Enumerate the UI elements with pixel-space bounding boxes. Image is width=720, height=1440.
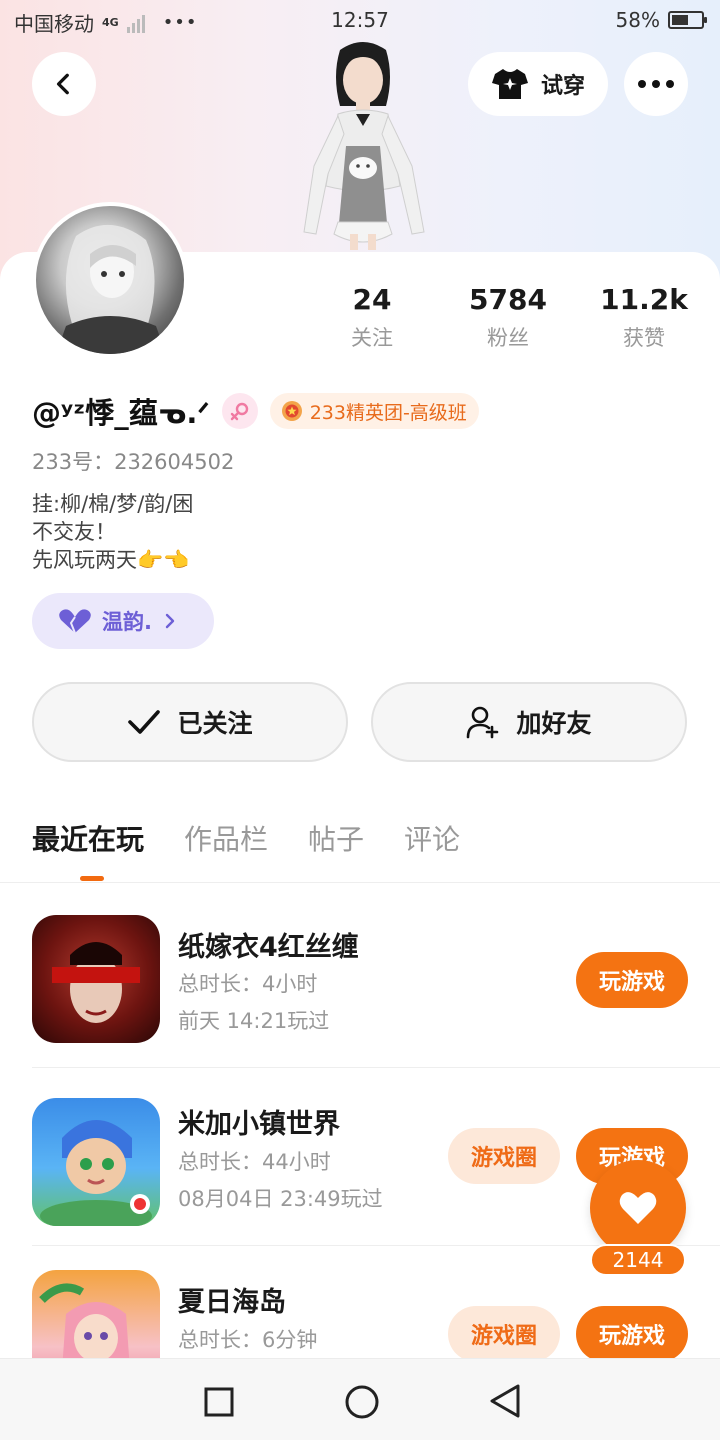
elite-badge[interactable]: 233精英团-高级班 [269,393,479,429]
game-duration: 总时长：4小时 [178,972,318,996]
recents-square-icon[interactable] [204,1387,234,1417]
more-dots-icon [638,80,674,88]
stat-likes[interactable]: 11.2k 获赞 [584,282,704,352]
stat-followers-value: 5784 [469,283,547,316]
game-circle-button[interactable]: 游戏圈 [448,1128,560,1184]
play-game-button[interactable]: 玩游戏 [576,952,688,1008]
game-icon [32,915,160,1043]
back-button[interactable] [32,52,96,116]
medal-icon [281,401,302,421]
status-bar: 中国移动 4G ••• 12:57 58% [0,0,720,40]
home-circle-icon[interactable] [344,1384,380,1420]
game-icon [32,1098,160,1226]
bio-line: 不交友！ [32,520,116,544]
stat-likes-label: 获赞 [623,326,665,350]
avatar[interactable] [32,202,188,358]
stat-likes-value: 11.2k [600,283,688,316]
try-on-button[interactable]: 试穿 [468,52,608,116]
add-friend-label: 加好友 [516,709,592,738]
friend-tag-button[interactable]: 温韵. [32,593,214,649]
game-title: 纸嫁衣4红丝缠 [178,932,359,963]
followed-label: 已关注 [177,709,253,738]
game-last-played: 08月04日 23:49玩过 [178,1187,383,1211]
tab-recently-played[interactable]: 最近在玩 [32,818,144,881]
chevron-right-icon [165,613,175,629]
like-count: 2144 [590,1244,686,1276]
bio: 挂:柳/棉/梦/韵/困 不交友！ 先风玩两天👉👈 [32,490,193,574]
divider [0,882,720,883]
profile-tabs: 最近在玩 作品栏 帖子 评论 [32,818,460,881]
status-time: 12:57 [331,8,389,32]
chevron-left-icon [56,73,69,95]
friend-tag-label: 温韵. [102,610,152,634]
username-row: @ʸᶻ悸_蕴ᓀ.ᐟ 233精英团-高级班 [32,390,479,432]
stat-following-label: 关注 [351,326,393,350]
stat-followers-label: 粉丝 [487,326,529,350]
bio-line: 先风玩两天👉👈 [32,548,190,572]
play-game-button[interactable]: 玩游戏 [576,1306,688,1362]
game-duration: 总时长：44小时 [178,1150,331,1174]
back-triangle-icon[interactable] [488,1383,522,1419]
tab-comments[interactable]: 评论 [404,818,460,858]
tab-works[interactable]: 作品栏 [184,818,268,858]
system-nav-bar [0,1358,720,1440]
user-id: 233号：232604502 [32,450,235,474]
followed-button[interactable]: 已关注 [32,682,348,762]
checkmark-icon [128,710,161,734]
stat-following-value: 24 [352,283,392,316]
try-on-label: 试穿 [540,74,585,99]
tab-posts[interactable]: 帖子 [308,818,364,858]
game-duration: 总时长：6分钟 [178,1328,318,1352]
character-figure[interactable] [288,36,438,252]
battery-icon [668,11,707,29]
tshirt-icon [491,69,528,99]
more-options-button[interactable] [624,52,688,116]
username: @ʸᶻ悸_蕴ᓀ.ᐟ [32,396,210,430]
game-title: 夏日海岛 [178,1287,286,1318]
elite-badge-label: 233精英团-高级班 [309,401,467,424]
female-icon [221,393,258,429]
heart-icon [619,1192,657,1224]
list-item[interactable]: 纸嫁衣4红丝缠 总时长：4小时 前天 14:21玩过 玩游戏 [0,890,720,1068]
like-fab-button[interactable] [590,1160,686,1256]
game-circle-button[interactable]: 游戏圈 [448,1306,560,1362]
heart-icon [59,609,91,634]
game-last-played: 前天 14:21玩过 [178,1009,330,1033]
battery-percent: 58% [615,8,660,32]
add-user-icon [467,706,499,739]
stat-following[interactable]: 24 关注 [312,282,432,352]
stat-followers[interactable]: 5784 粉丝 [448,282,568,352]
bio-line: 挂:柳/棉/梦/韵/困 [32,492,194,516]
add-friend-button[interactable]: 加好友 [371,682,687,762]
game-title: 米加小镇世界 [178,1109,340,1140]
